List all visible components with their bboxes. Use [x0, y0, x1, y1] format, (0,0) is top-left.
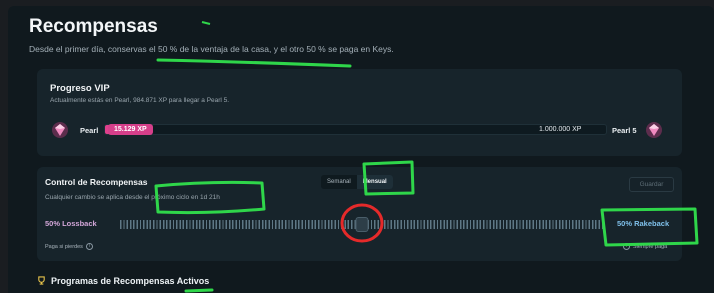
info-icon[interactable]: i	[85, 243, 93, 250]
save-button[interactable]: Guardar	[629, 177, 674, 192]
lossback-hint-text: Paga si pierdes	[45, 243, 83, 250]
info-icon[interactable]: i	[623, 243, 630, 250]
vip-progress-bar	[104, 124, 607, 135]
vip-progress-card: Progreso VIP Actualmente estás en Pearl,…	[37, 69, 682, 156]
vip-title: Progreso VIP	[50, 83, 110, 94]
lossback-hint: Paga si pierdes i	[45, 243, 93, 250]
rakeback-label: 50% Rakeback	[617, 219, 670, 228]
pink-gem-icon	[646, 122, 662, 138]
programs-title: Programas de Recompensas Activos	[51, 276, 210, 286]
current-xp-badge: 15.129 XP	[108, 124, 153, 135]
vip-subtitle: Actualmente estás en Pearl, 984.871 XP p…	[50, 97, 230, 104]
period-toggle: Semanal Mensual	[321, 175, 393, 189]
page-subtitle: Desde el primer día, conservas el 50 % d…	[29, 44, 394, 54]
trophy-icon	[38, 276, 45, 285]
toggle-weekly[interactable]: Semanal	[321, 175, 357, 189]
target-xp-label: 1.000.000 XP	[539, 126, 582, 133]
control-title: Control de Recompensas	[45, 177, 148, 187]
control-subtitle: Cualquier cambio se aplica desde el próx…	[45, 194, 220, 201]
slider-handle[interactable]	[355, 217, 368, 232]
rewards-control-card: Control de Recompensas Cualquier cambio …	[37, 167, 682, 261]
current-level-label: Pearl	[80, 126, 99, 135]
rakeback-hint: i Siempre paga	[623, 243, 667, 250]
programs-heading: Programas de Recompensas Activos	[37, 276, 209, 286]
next-level-label: Pearl 5	[612, 126, 637, 135]
toggle-monthly[interactable]: Mensual	[356, 175, 393, 189]
pink-gem-icon	[52, 122, 68, 138]
rakeback-hint-text: Siempre paga	[633, 243, 668, 250]
page-title: Recompensas	[29, 16, 158, 37]
lossback-label: 50% Lossback	[45, 219, 97, 228]
